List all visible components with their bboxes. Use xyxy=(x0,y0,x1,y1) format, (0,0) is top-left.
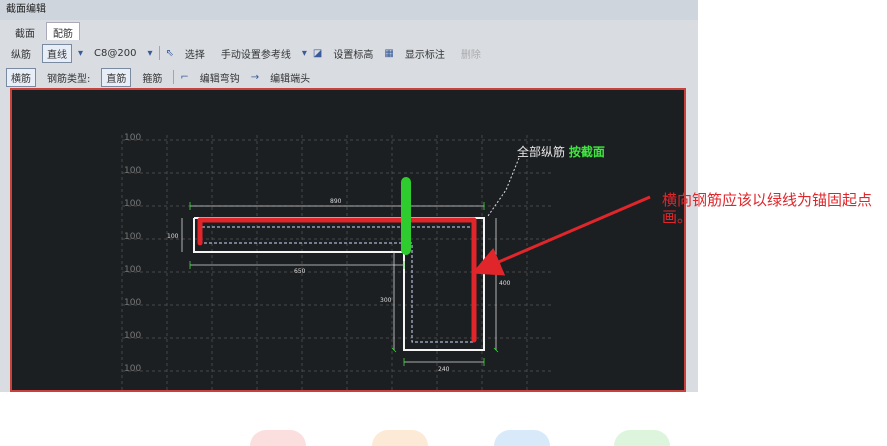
show-dimension-button[interactable]: 显示标注 xyxy=(400,44,450,63)
transverse-rebar-button[interactable]: 横筋 xyxy=(6,67,36,87)
dimension-lines xyxy=(181,205,497,363)
chevron-down-icon[interactable]: ▾ xyxy=(147,48,152,59)
pink-blob xyxy=(250,430,306,446)
cover-line xyxy=(201,226,476,343)
manual-reference-line-button[interactable]: 手动设置参考线 xyxy=(216,44,296,63)
divider xyxy=(173,70,175,84)
toolbar-transverse: 横筋 钢筋类型: 直筋 箍筋 ⌐ 编辑弯钩 → 编辑端头 xyxy=(6,66,315,88)
divider xyxy=(158,46,160,60)
blue-blob xyxy=(494,430,550,446)
axis-label: 100 xyxy=(124,265,142,275)
axis-label: 100 xyxy=(124,199,142,209)
dim-vert-left: 300 xyxy=(380,297,392,304)
elevation-icon: ◪ xyxy=(312,47,323,59)
toolbar-longitudinal: 纵筋 直线 ▾ C8@200 ▾ ⇖ 选择 手动设置参考线 ▾ ◪ 设置标高 ▦… xyxy=(6,42,486,64)
spec-dropdown[interactable]: C8@200 xyxy=(89,46,141,61)
dim-vert-right: 400 xyxy=(499,280,511,287)
edit-hook-button[interactable]: 编辑弯钩 xyxy=(195,68,245,87)
axis-label: 100 xyxy=(124,298,142,308)
annotation-label: 全部纵筋 按截面 xyxy=(517,143,605,160)
annotation-highlight: 按截面 xyxy=(568,145,605,159)
orange-blob xyxy=(372,430,428,446)
delete-button[interactable]: 删除 xyxy=(456,44,486,63)
straight-rebar-button[interactable]: 直筋 xyxy=(101,67,132,87)
dim-bottom: 240 xyxy=(438,366,450,373)
axis-label: 100 xyxy=(124,232,142,242)
rebar-type-label: 钢筋类型: xyxy=(47,73,91,85)
tab-bar: 截面 配筋 xyxy=(8,22,80,40)
dim-mid: 650 xyxy=(294,268,306,275)
tab-section[interactable]: 截面 xyxy=(8,22,42,40)
axis-label: 100 xyxy=(124,166,142,176)
arrow-right-icon: → xyxy=(250,71,260,83)
red-rebar-markup xyxy=(197,217,477,343)
hook-icon: ⌐ xyxy=(180,71,189,83)
green-blob xyxy=(614,430,670,446)
axis-label: 100 xyxy=(124,331,142,341)
window-title: 截面编辑 xyxy=(0,0,698,20)
chevron-down-icon[interactable]: ▾ xyxy=(302,48,307,59)
chevron-down-icon[interactable]: ▾ xyxy=(78,48,83,59)
axis-label: 100 xyxy=(124,133,142,143)
edit-end-button[interactable]: 编辑端头 xyxy=(265,68,315,87)
select-button[interactable]: 选择 xyxy=(180,44,210,63)
cursor-icon: ⇖ xyxy=(165,47,174,59)
axis-label: 100 xyxy=(124,364,142,374)
tab-reinforcement[interactable]: 配筋 xyxy=(46,22,80,40)
dim-left: 100 xyxy=(167,233,179,240)
bottom-decoration xyxy=(0,392,887,446)
screenshot-photo: 截面编辑 截面 配筋 纵筋 直线 ▾ C8@200 ▾ ⇖ 选择 手动设置参考线… xyxy=(0,0,698,392)
drawing-svg xyxy=(121,135,552,392)
drawing-canvas[interactable]: 100 100 100 100 100 100 100 100 全部纵筋 按截面… xyxy=(10,88,686,392)
dimension-icon: ▦ xyxy=(384,47,394,59)
line-mode-button[interactable]: 直线 xyxy=(42,43,72,63)
annotation-prefix: 全部纵筋 xyxy=(517,145,566,159)
section-outline xyxy=(193,217,485,351)
longitudinal-label: 纵筋 xyxy=(11,49,31,61)
dim-top: 890 xyxy=(330,198,342,205)
annotation-note: 横向钢筋应该以绿线为锚固起点画。 xyxy=(662,191,873,226)
stirrup-button[interactable]: 箍筋 xyxy=(137,68,167,87)
set-elevation-button[interactable]: 设置标高 xyxy=(328,44,378,63)
leader-line xyxy=(487,157,520,217)
